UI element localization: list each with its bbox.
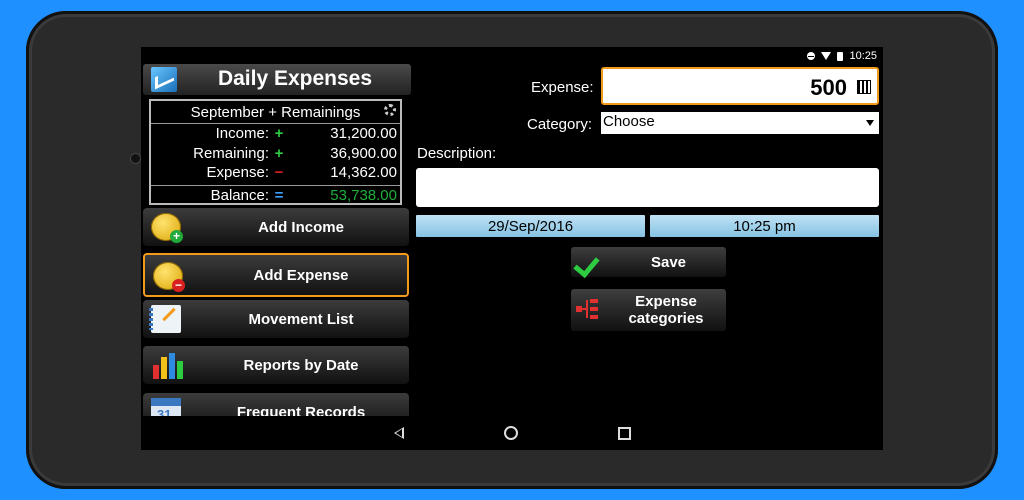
- app-title: Daily Expenses: [217, 67, 373, 90]
- expense-amount-value: 500: [810, 75, 847, 100]
- left-panel: Daily Expenses September + Remainings In…: [141, 64, 413, 431]
- status-time: 10:25: [849, 50, 877, 62]
- category-selected-value: Choose: [603, 113, 655, 130]
- period-selector[interactable]: September + Remainings: [151, 101, 400, 124]
- device-screen: 10:25 Daily Expenses September + Remaini…: [141, 47, 883, 450]
- period-label: September + Remainings: [190, 103, 361, 121]
- remaining-row: Remaining: + 36,900.00: [151, 144, 400, 164]
- add-expense-button[interactable]: − Add Expense: [143, 253, 409, 297]
- expense-field-label: Expense:: [531, 79, 594, 96]
- add-expense-label: Add Expense: [253, 266, 349, 284]
- reports-by-date-label: Reports by Date: [243, 356, 359, 374]
- add-income-label: Add Income: [258, 218, 344, 236]
- balance-value: 53,738.00: [330, 186, 397, 204]
- balance-label: Balance:: [210, 186, 269, 204]
- battery-icon: [837, 51, 844, 61]
- coin-plus-icon: +: [151, 213, 183, 243]
- description-field-label: Description:: [417, 145, 497, 162]
- add-income-button[interactable]: + Add Income: [143, 208, 409, 246]
- reports-by-date-button[interactable]: Reports by Date: [143, 346, 409, 384]
- remaining-value: 36,900.00: [330, 144, 397, 162]
- app-logo-icon: [151, 67, 177, 92]
- home-icon[interactable]: [503, 426, 518, 440]
- category-dropdown[interactable]: Choose: [601, 112, 879, 134]
- expense-summary-value: 14,362.00: [330, 164, 397, 182]
- chevron-down-icon: [866, 120, 874, 126]
- save-button[interactable]: Save: [571, 247, 726, 279]
- income-value: 31,200.00: [330, 125, 397, 143]
- summary-panel[interactable]: September + Remainings Income: + 31,200.…: [149, 99, 402, 205]
- gear-icon[interactable]: [384, 104, 396, 116]
- description-input[interactable]: [416, 168, 879, 207]
- category-field-label: Category:: [527, 116, 593, 133]
- expense-summary-label: Expense:: [206, 164, 269, 182]
- save-label: Save: [650, 253, 687, 271]
- plus-icon: +: [274, 144, 284, 162]
- status-bar: 10:25: [807, 49, 877, 63]
- income-row: Income: + 31,200.00: [151, 124, 400, 144]
- time-picker-button[interactable]: 10:25 pm: [650, 215, 879, 237]
- balance-row: Balance: = 53,738.00: [151, 184, 400, 206]
- notebook-icon: [149, 305, 181, 333]
- date-picker-button[interactable]: 29/Sep/2016: [416, 215, 645, 237]
- expense-form: Expense: 500 Category: Choose Descriptio…: [413, 64, 883, 416]
- back-icon[interactable]: [393, 427, 404, 439]
- calculator-icon[interactable]: [857, 80, 871, 94]
- coin-minus-icon: −: [153, 262, 185, 292]
- do-not-disturb-icon: [807, 52, 816, 60]
- minus-icon: −: [274, 164, 284, 182]
- wifi-icon: [821, 52, 832, 60]
- income-label: Income:: [215, 125, 269, 143]
- expense-categories-label: Expense categories: [628, 293, 704, 327]
- expense-amount-input[interactable]: 500: [601, 67, 879, 105]
- app-header: Daily Expenses: [143, 64, 411, 95]
- navigation-bar: [141, 416, 883, 450]
- camera-dot: [131, 154, 140, 163]
- checkmark-icon: [573, 250, 600, 279]
- recent-apps-icon[interactable]: [617, 426, 631, 440]
- plus-icon: +: [274, 125, 284, 143]
- expense-categories-button[interactable]: Expense categories: [571, 289, 726, 331]
- expense-row: Expense: − 14,362.00: [151, 163, 400, 183]
- bar-chart-icon: [151, 351, 183, 379]
- equals-icon: =: [274, 186, 284, 204]
- movement-list-button[interactable]: Movement List: [143, 300, 409, 338]
- movement-list-label: Movement List: [248, 310, 354, 328]
- category-tree-icon: [576, 299, 600, 319]
- remaining-label: Remaining:: [193, 144, 269, 162]
